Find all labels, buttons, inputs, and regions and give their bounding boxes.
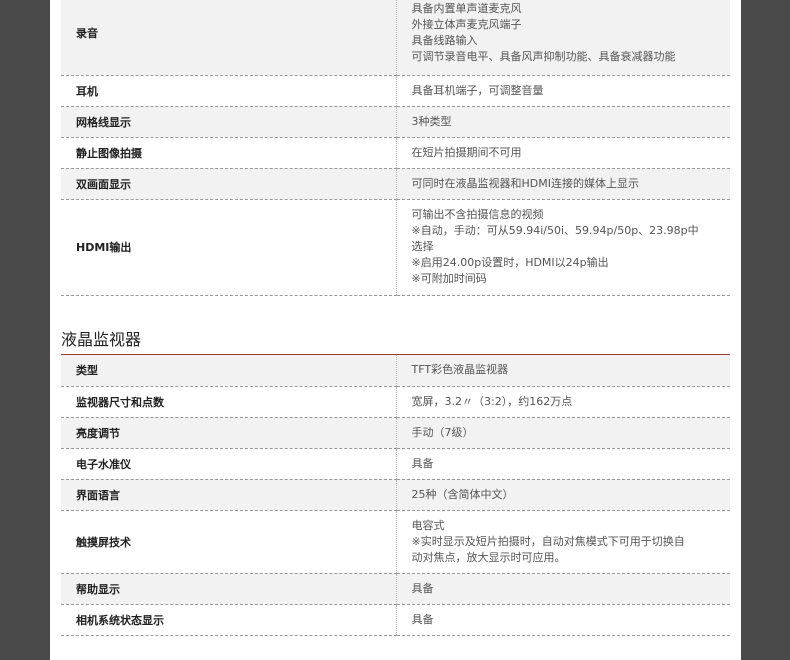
section-title-lcd-monitor: 液晶监视器 <box>61 330 142 349</box>
spec-label: 网格线显示 <box>61 106 397 138</box>
spec-label: 帮助显示 <box>61 573 397 605</box>
spec-value: 可输出不含拍摄信息的视频 ※自动，手动：可从59.94i/50i、59.94p/5… <box>396 199 730 296</box>
spec-value: 3种类型 <box>396 106 730 138</box>
spec-row: 触摸屏技术 电容式 ※实时显示及短片拍摄时，自动对焦模式下可用于切换自 动对焦点，放大… <box>61 510 730 574</box>
spec-table-lcd-monitor: 类型 TFT彩色液晶监视器 监视器尺寸和点数 宽屏，3.2〃（3:2），约162万点亮… <box>61 355 730 636</box>
spec-value: 具备 <box>396 604 730 636</box>
spec-value-line: 具备内置单声道麦克风 <box>411 2 522 16</box>
spec-value-line: 电容式 <box>411 518 445 532</box>
spec-table-recording: 录音 具备内置单声道麦克风 外接立体声麦克风端子 具备线路输入可调节录音电平、具备风声… <box>61 0 730 296</box>
spec-row: 类型 TFT彩色液晶监视器 <box>61 355 730 387</box>
spec-row: HDMI输出 可输出不含拍摄信息的视频 ※自动，手动：可从59.94i/50i、59… <box>61 199 730 296</box>
spec-value: 电容式 ※实时显示及短片拍摄时，自动对焦模式下可用于切换自 动对焦点，放大显示时可应… <box>396 510 730 574</box>
spec-value: 在短片拍摄期间不可用 <box>396 137 730 169</box>
spec-value-line: 具备 <box>411 581 434 595</box>
spec-label: 录音 <box>61 0 397 76</box>
spec-value-line: 手动（7级） <box>411 425 474 439</box>
spec-page: 录音 具备内置单声道麦克风 外接立体声麦克风端子 具备线路输入可调节录音电平、具备风声… <box>50 0 741 660</box>
spec-row: 电子水准仪 具备 <box>61 448 730 480</box>
spec-value-line: 外接立体声麦克风端子 <box>411 18 522 32</box>
spec-row: 录音 具备内置单声道麦克风 外接立体声麦克风端子 具备线路输入可调节录音电平、具备风声… <box>61 0 730 76</box>
spec-value: 手动（7级） <box>396 417 730 449</box>
spec-value: 可同时在液晶监视器和HDMI连接的媒体上显示 <box>396 168 730 200</box>
spec-value-line: 可调节录音电平、具备风声抑制功能、具备衰减器功能 <box>411 50 676 64</box>
spec-row: 双画面显示 可同时在液晶监视器和HDMI连接的媒体上显示 <box>61 168 730 200</box>
spec-label: 双画面显示 <box>61 168 397 200</box>
spec-value: 具备内置单声道麦克风 外接立体声麦克风端子 具备线路输入可调节录音电平、具备风声抑制… <box>396 0 730 76</box>
spec-value: 具备耳机端子，可调整音量 <box>396 75 730 107</box>
spec-value-line: ※实时显示及短片拍摄时，自动对焦模式下可用于切换自 <box>411 534 685 548</box>
spec-row: 静止图像拍摄 在短片拍摄期间不可用 <box>61 137 730 169</box>
spec-row: 界面语言 25种（含简体中文） <box>61 479 730 511</box>
spec-value: 25种（含简体中文） <box>396 479 730 511</box>
spec-value-line: 3种类型 <box>411 114 452 128</box>
spec-label: 耳机 <box>61 75 397 107</box>
spec-value-line: 具备 <box>411 456 434 470</box>
spec-value-line: 动对焦点，放大显示时可应用。 <box>411 550 566 564</box>
spec-label: 界面语言 <box>61 479 397 511</box>
spec-value-line: 25种（含简体中文） <box>411 487 514 501</box>
spec-value: 具备 <box>396 448 730 480</box>
spec-label: 类型 <box>61 355 397 387</box>
spec-row: 相机系统状态显示 具备 <box>61 604 730 636</box>
spec-value-line: ※自动，手动：可从59.94i/50i、59.94p/50p、23.98p中 <box>411 224 699 237</box>
spec-value-line: 可同时在液晶监视器和HDMI连接的媒体上显示 <box>411 176 639 190</box>
spec-value: 具备 <box>396 573 730 605</box>
spec-label: HDMI输出 <box>61 199 397 296</box>
spec-row: 耳机 具备耳机端子，可调整音量 <box>61 75 730 107</box>
spec-value-line: TFT彩色液晶监视器 <box>411 363 509 377</box>
spec-label: 静止图像拍摄 <box>61 137 397 169</box>
spec-value-line: ※可附加时间码 <box>411 272 487 285</box>
spec-row: 监视器尺寸和点数 宽屏，3.2〃（3:2），约162万点 <box>61 386 730 418</box>
spec-value-line: 可输出不含拍摄信息的视频 <box>411 208 544 221</box>
spec-label: 电子水准仪 <box>61 448 397 480</box>
spec-value: TFT彩色液晶监视器 <box>396 355 730 387</box>
spec-value-line: 具备线路输入 <box>411 34 478 48</box>
spec-label: 监视器尺寸和点数 <box>61 386 397 418</box>
spec-value-line: 选择 <box>411 240 434 253</box>
spec-label: 相机系统状态显示 <box>61 604 397 636</box>
spec-value-line: 宽屏，3.2〃（3:2），约162万点 <box>411 394 573 408</box>
spec-row: 帮助显示 具备 <box>61 573 730 605</box>
spec-row: 网格线显示 3种类型 <box>61 106 730 138</box>
spec-label: 亮度调节 <box>61 417 397 449</box>
spec-value-line: 具备耳机端子，可调整音量 <box>411 83 544 97</box>
spec-value-line: 在短片拍摄期间不可用 <box>411 145 522 159</box>
spec-value-line: ※启用24.00p设置时，HDMI以24p输出 <box>411 256 609 269</box>
spec-row: 亮度调节 手动（7级） <box>61 417 730 449</box>
spec-label: 触摸屏技术 <box>61 510 397 574</box>
spec-value-line: 具备 <box>411 612 434 626</box>
spec-value: 宽屏，3.2〃（3:2），约162万点 <box>396 386 730 418</box>
